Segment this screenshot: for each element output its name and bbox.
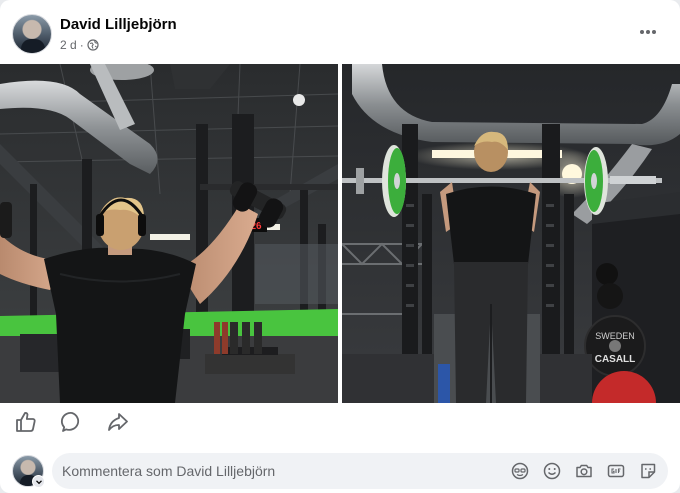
- comment-bubble-icon[interactable]: [60, 410, 84, 434]
- chevron-down-icon: [35, 479, 42, 484]
- post-time[interactable]: 2 d: [60, 38, 77, 52]
- author-name[interactable]: David Lilljebjörn: [60, 16, 177, 33]
- meta-separator: ·: [79, 38, 84, 52]
- gif-icon[interactable]: [606, 461, 626, 481]
- emoji-icon[interactable]: [542, 461, 562, 481]
- comment-placeholder: Kommentera som David Lilljebjörn: [62, 463, 276, 479]
- post-actions: [14, 410, 130, 438]
- post-card: David Lilljebjörn 2 d · 26 SWEDEN CASALL…: [0, 0, 680, 493]
- post-header: David Lilljebjörn 2 d ·: [12, 14, 668, 56]
- thumbs-up-icon[interactable]: [14, 410, 38, 434]
- comment-tools: [510, 461, 658, 481]
- avatar-switcher[interactable]: [32, 475, 45, 488]
- photo-gym-dumbbells-image: 26: [0, 64, 338, 403]
- globe-icon: [87, 39, 99, 51]
- more-options-button[interactable]: [636, 20, 660, 44]
- share-arrow-icon[interactable]: [106, 410, 130, 434]
- more-options-icon: [640, 30, 656, 34]
- comment-input[interactable]: Kommentera som David Lilljebjörn: [52, 453, 668, 489]
- photo-grid: 26 SWEDEN CASALL: [0, 64, 680, 403]
- avatar-sticker-icon[interactable]: [510, 461, 530, 481]
- author-avatar[interactable]: [12, 14, 52, 54]
- photo-gym-barbell-rack[interactable]: SWEDEN CASALL: [342, 64, 680, 403]
- camera-icon[interactable]: [574, 461, 594, 481]
- sticker-icon[interactable]: [638, 461, 658, 481]
- plate-brand-text-2: SWEDEN: [595, 331, 635, 341]
- photo-gym-dumbbells[interactable]: 26: [0, 64, 338, 403]
- photo-gym-barbell-rack-image: SWEDEN CASALL: [342, 64, 680, 403]
- plate-brand-text: CASALL: [595, 354, 636, 365]
- post-meta: 2 d ·: [60, 38, 99, 52]
